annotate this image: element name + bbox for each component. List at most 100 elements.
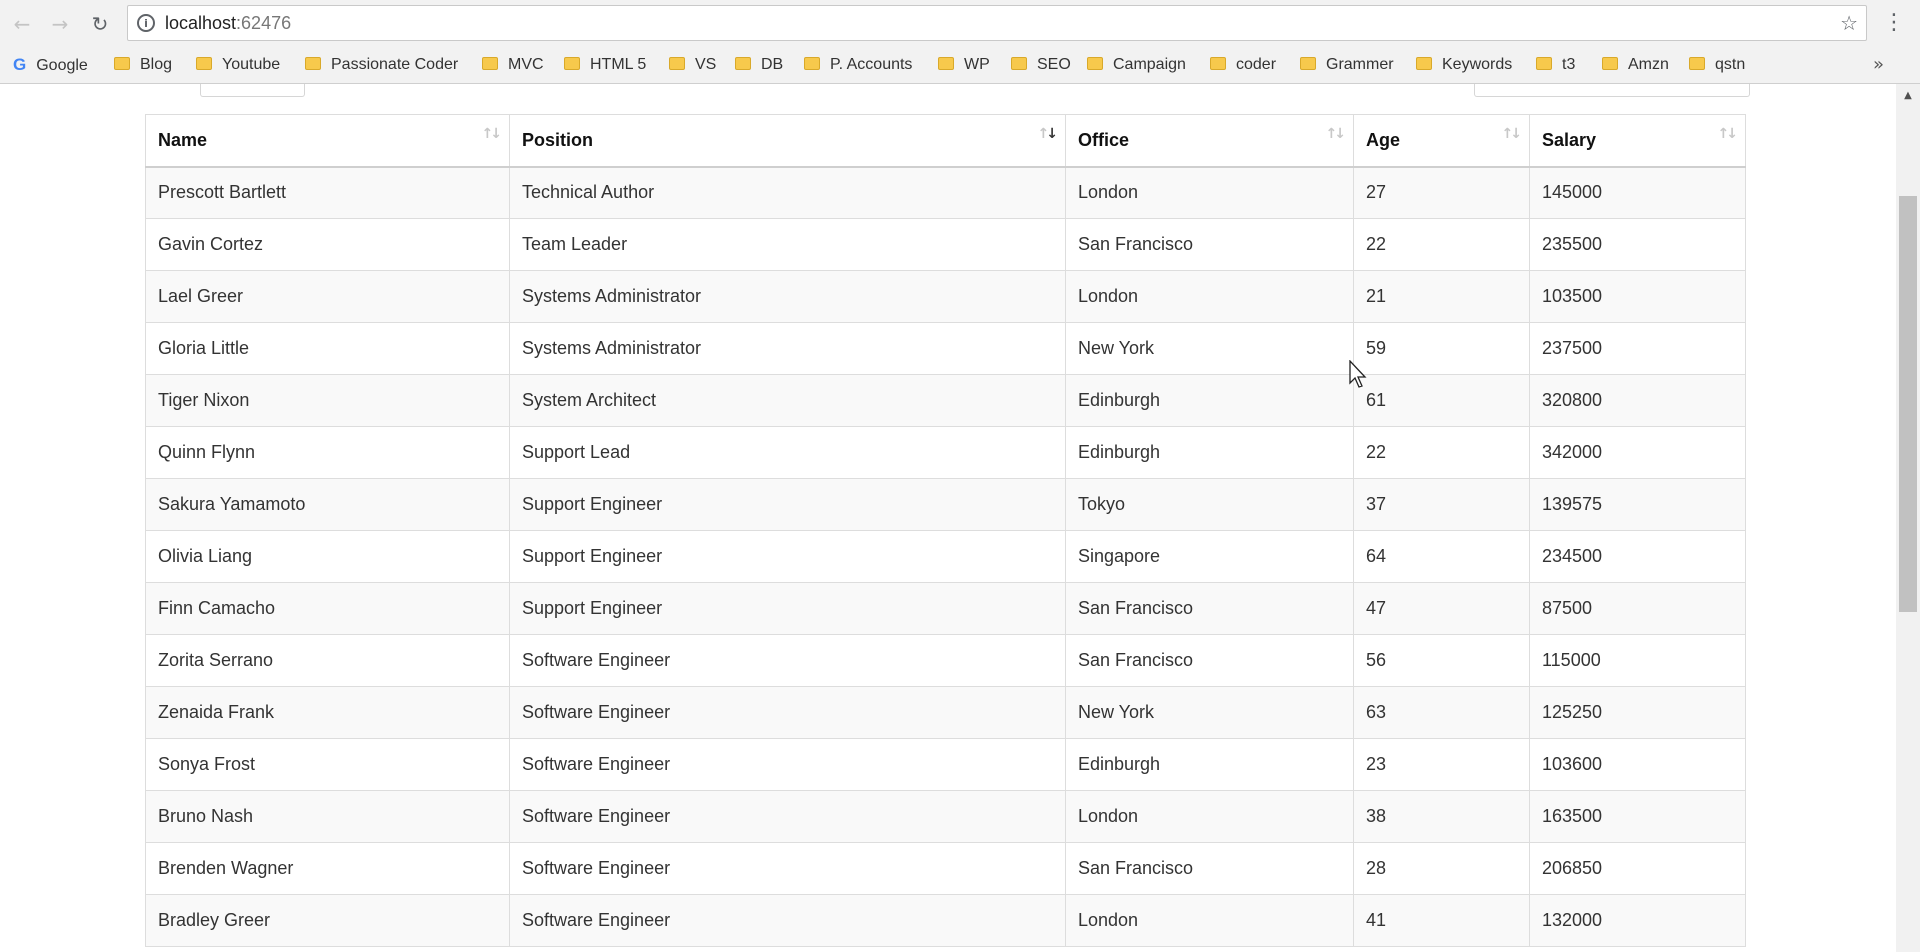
sort-icon: ↑↓: [481, 126, 502, 142]
bookmark-p-accounts[interactable]: P. Accounts: [804, 48, 912, 82]
cell-age: 64: [1353, 530, 1530, 583]
bookmark-blog[interactable]: Blog: [114, 48, 172, 82]
bookmark-label: Keywords: [1442, 56, 1513, 73]
bookmark-wp[interactable]: WP: [938, 48, 990, 82]
cell-name: Sakura Yamamoto: [145, 478, 510, 531]
page-scrollbar[interactable]: ▲: [1896, 84, 1920, 952]
cell-salary: 115000: [1529, 634, 1746, 687]
cell-position: Software Engineer: [509, 686, 1066, 739]
cell-salary: 132000: [1529, 894, 1746, 947]
scrollbar-thumb[interactable]: [1899, 196, 1917, 612]
bookmark-html5[interactable]: HTML 5: [564, 48, 646, 82]
cell-salary: 103600: [1529, 738, 1746, 791]
bookmark-label: Youtube: [222, 56, 281, 73]
scroll-up-arrow-icon[interactable]: ▲: [1896, 84, 1920, 108]
column-header-name[interactable]: Name ↑↓: [145, 114, 510, 168]
bookmark-qstn[interactable]: qstn: [1689, 48, 1745, 82]
table-row: Gavin Cortez Team Leader San Francisco 22 23…: [145, 218, 1746, 271]
url-port: :62476: [236, 13, 292, 33]
bookmark-passionate-coder[interactable]: Passionate Coder: [305, 48, 458, 82]
bookmarks-overflow-icon[interactable]: »: [1873, 48, 1884, 82]
bookmark-grammer[interactable]: Grammer: [1300, 48, 1394, 82]
cell-office: London: [1065, 894, 1354, 947]
bookmark-youtube[interactable]: Youtube: [196, 48, 280, 82]
cell-position: Support Lead: [509, 426, 1066, 479]
table-search-input[interactable]: [1474, 84, 1750, 97]
bookmark-label: Amzn: [1628, 56, 1669, 73]
bookmark-label: Google: [36, 57, 88, 74]
column-header-salary[interactable]: Salary ↑↓: [1529, 114, 1746, 168]
column-header-age[interactable]: Age ↑↓: [1353, 114, 1530, 168]
browser-menu-icon[interactable]: ⋮: [1882, 10, 1906, 38]
cell-name: Olivia Liang: [145, 530, 510, 583]
cell-age: 56: [1353, 634, 1530, 687]
table-row: Olivia Liang Support Engineer Singapore 64 2…: [145, 530, 1746, 583]
cell-name: Tiger Nixon: [145, 374, 510, 427]
bookmark-label: P. Accounts: [830, 56, 913, 73]
bookmark-seo[interactable]: SEO: [1011, 48, 1071, 82]
bookmark-db[interactable]: DB: [735, 48, 783, 82]
cell-name: Brenden Wagner: [145, 842, 510, 895]
cell-age: 21: [1353, 270, 1530, 323]
back-arrow-icon[interactable]: ←: [10, 12, 34, 36]
bookmark-label: HTML 5: [590, 56, 647, 73]
cell-position: Software Engineer: [509, 894, 1066, 947]
cell-salary: 206850: [1529, 842, 1746, 895]
folder-icon: [735, 57, 751, 70]
bookmark-label: t3: [1562, 56, 1576, 73]
forward-arrow-icon[interactable]: →: [48, 12, 72, 36]
cell-office: London: [1065, 166, 1354, 219]
page-content: Name ↑↓ Position ↑↓ Office ↑↓ Age ↑↓ Salary ↑…: [0, 84, 1896, 952]
cell-name: Sonya Frost: [145, 738, 510, 791]
reload-icon[interactable]: ↻: [88, 12, 112, 36]
cell-age: 38: [1353, 790, 1530, 843]
bookmark-mvc[interactable]: MVC: [482, 48, 544, 82]
column-header-office[interactable]: Office ↑↓: [1065, 114, 1354, 168]
table-row: Prescott Bartlett Technical Author London 2…: [145, 166, 1746, 219]
page-length-select[interactable]: [200, 84, 305, 97]
bookmark-keywords[interactable]: Keywords: [1416, 48, 1512, 82]
site-info-icon[interactable]: i: [137, 14, 155, 32]
cell-salary: 234500: [1529, 530, 1746, 583]
cell-salary: 125250: [1529, 686, 1746, 739]
table-row: Sakura Yamamoto Support Engineer Tokyo 37 13…: [145, 478, 1746, 531]
header-label: Name: [158, 129, 208, 150]
column-header-position[interactable]: Position ↑↓: [509, 114, 1066, 168]
bookmark-vs[interactable]: VS: [669, 48, 716, 82]
folder-icon: [804, 57, 820, 70]
url-host: localhost: [165, 13, 237, 33]
cell-age: 61: [1353, 374, 1530, 427]
google-icon: G: [13, 55, 27, 74]
folder-icon: [938, 57, 954, 70]
folder-icon: [482, 57, 498, 70]
bookmark-campaign[interactable]: Campaign: [1087, 48, 1186, 82]
cell-age: 28: [1353, 842, 1530, 895]
bookmark-t3[interactable]: t3: [1536, 48, 1575, 82]
cell-name: Lael Greer: [145, 270, 510, 323]
cell-age: 47: [1353, 582, 1530, 635]
cell-office: San Francisco: [1065, 842, 1354, 895]
address-url[interactable]: localhost:62476: [165, 6, 291, 40]
cell-office: New York: [1065, 686, 1354, 739]
bookmark-google[interactable]: G Google: [13, 48, 88, 82]
table-row: Gloria Little Systems Administrator New Yo…: [145, 322, 1746, 375]
cell-position: Software Engineer: [509, 634, 1066, 687]
cell-office: London: [1065, 790, 1354, 843]
cell-salary: 320800: [1529, 374, 1746, 427]
cell-age: 22: [1353, 218, 1530, 271]
bookmark-coder[interactable]: coder: [1210, 48, 1276, 82]
folder-icon: [1011, 57, 1027, 70]
bookmarks-bar: G Google Blog Youtube Passionate Coder MV…: [0, 48, 1920, 84]
cell-name: Zorita Serrano: [145, 634, 510, 687]
table-row: Zenaida Frank Software Engineer New York 63…: [145, 686, 1746, 739]
cell-name: Zenaida Frank: [145, 686, 510, 739]
folder-icon: [1536, 57, 1552, 70]
bookmark-amzn[interactable]: Amzn: [1602, 48, 1669, 82]
cell-salary: 235500: [1529, 218, 1746, 271]
table-row: Brenden Wagner Software Engineer San Franc…: [145, 842, 1746, 895]
folder-icon: [564, 57, 580, 70]
cell-name: Prescott Bartlett: [145, 166, 510, 219]
bookmark-star-icon[interactable]: ☆: [1840, 11, 1858, 35]
sort-desc-icon: ↑↓: [1037, 126, 1058, 142]
address-bar[interactable]: i localhost:62476 ☆: [127, 5, 1867, 41]
